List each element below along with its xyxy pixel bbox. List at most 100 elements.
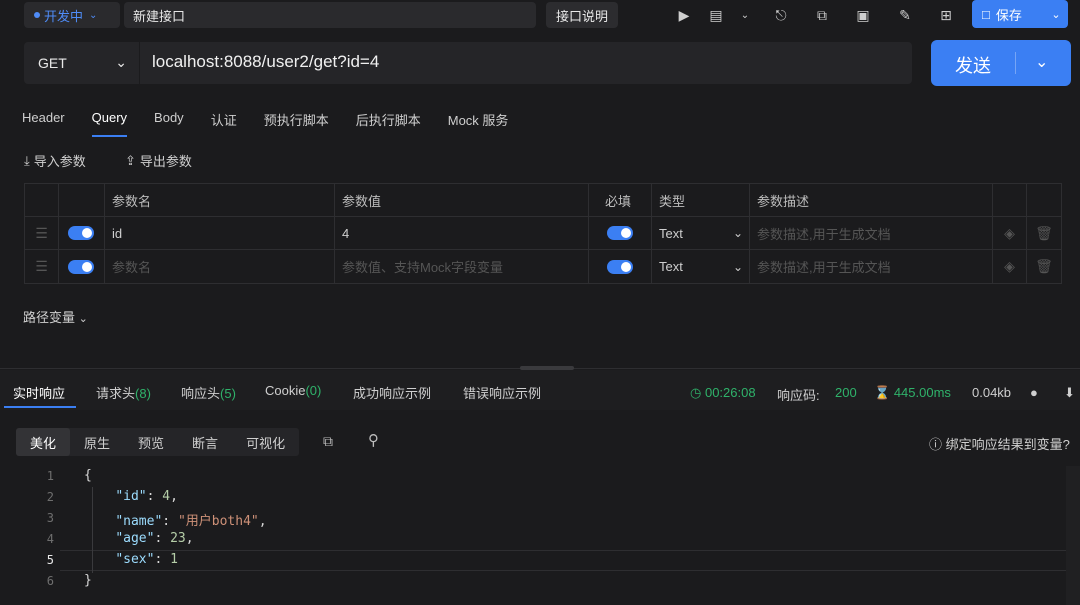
view-tab-pretty[interactable]: 美化 [16,428,71,456]
delete-icon[interactable]: 🗑 [1027,217,1061,250]
api-doc-button[interactable]: 接口说明 [546,2,618,28]
import-params-button[interactable]: ⤓ 导入参数 [24,151,86,170]
required-toggle[interactable] [607,226,633,240]
param-value-input[interactable]: 4 [335,217,589,250]
tab-success-example[interactable]: 成功响应示例 [353,383,431,402]
send-separator [1015,52,1016,74]
json-value: "用户both4" [177,514,259,529]
table-header-action1 [993,184,1027,217]
chevron-down-icon[interactable]: ⌄ [1035,52,1048,72]
required-toggle-cell [589,217,652,250]
enable-toggle[interactable] [68,259,94,274]
table-header-value: 参数值 [335,184,589,217]
edit-icon[interactable]: ✎ [893,4,917,26]
import-label: 导入参数 [33,154,86,169]
api-name-input[interactable]: 新建接口 [124,2,536,28]
mock-cube-icon[interactable]: ◈ [993,217,1027,250]
required-toggle[interactable] [607,259,633,274]
type-select[interactable]: Text ⌄ [652,217,750,250]
code-icon[interactable]: ▣ [851,4,875,26]
view-tab-visualize[interactable]: 可视化 [232,428,299,456]
tab-count: (0) [305,383,322,398]
document-icon[interactable]: ▤ [704,4,728,26]
tab-header[interactable]: Header [22,110,65,137]
json-key: "id" [115,489,147,504]
tab-count: (8) [135,386,151,401]
export-params-button[interactable]: ⇪ 导出参数 [125,151,192,170]
view-tab-raw[interactable]: 原生 [70,428,124,456]
code-line: { [84,468,92,483]
enable-toggle-cell [59,250,105,283]
tab-label: Cookie [265,383,306,398]
param-desc-input[interactable]: 参数描述,用于生成文档 [750,217,993,250]
export-icon[interactable]: ⊞ [934,4,958,26]
tab-auth[interactable]: 认证 [211,110,237,137]
tab-post-script[interactable]: 后执行脚本 [356,110,421,137]
unlock-icon[interactable]: ⎋ [769,4,793,26]
json-value: 23 [170,531,186,546]
table-header-name: 参数名 [105,184,335,217]
copy-icon[interactable]: ⧉ [810,4,834,26]
tab-response-headers[interactable]: 响应头(5) [181,383,236,402]
hourglass-icon: ⌛ [874,385,891,400]
method-select[interactable]: GET ⌄ [24,42,140,84]
json-key: "sex" [115,552,155,567]
clock-icon: ◷ [690,385,702,400]
line-number: 6 [46,574,54,588]
param-name-input[interactable]: 参数名 [105,250,335,283]
param-name-input[interactable]: id [105,217,335,250]
json-value: 1 [170,552,178,567]
response-size: 0.04kb [972,385,1012,400]
param-desc-input[interactable]: 参数描述,用于生成文档 [750,250,993,283]
url-input[interactable]: localhost:8088/user2/get?id=4 [152,52,379,72]
enable-toggle[interactable] [68,226,94,240]
export-label: 导出参数 [139,154,192,169]
bind-response-to-variable[interactable]: ⓘ 绑定响应结果到变量? [929,434,1070,453]
json-key: "name" [115,514,163,529]
globe-icon[interactable]: ● [1030,385,1038,400]
import-icon: ⤓ [24,152,30,168]
type-select[interactable]: Text ⌄ [652,250,750,283]
type-select-value: Text [659,225,683,241]
drag-handle-icon[interactable]: ☰ [25,217,59,250]
view-tab-assert[interactable]: 断言 [178,428,232,456]
code-line: } [84,573,92,588]
editor-scrollbar[interactable] [1066,466,1080,605]
env-label: 开发中 [44,8,84,24]
response-time: ◷ 00:26:08 [690,385,756,401]
code-line: "id": 4, [115,489,178,504]
chevron-down-icon: ⌄ [115,54,127,70]
drag-handle-icon[interactable]: ☰ [25,250,59,283]
line-number: 2 [46,490,54,504]
delete-icon[interactable]: 🗑 [1027,250,1061,283]
tab-pre-script[interactable]: 预执行脚本 [264,110,329,137]
params-table: 参数名 参数值 必填 类型 参数描述 ☰ id 4 Text ⌄ 参数描述,用于… [24,183,1062,284]
table-header-type: 类型 [652,184,750,217]
download-icon[interactable]: ⬇ [1064,385,1075,401]
tab-realtime-response[interactable]: 实时响应 [13,383,65,402]
environment-selector[interactable]: 开发中 ⌄ [24,2,120,28]
tab-error-example[interactable]: 错误响应示例 [463,383,541,402]
tab-body[interactable]: Body [154,110,184,137]
chevron-down-icon[interactable]: ⌄ [1044,8,1068,21]
line-number: 5 [46,553,54,567]
save-button[interactable]: □ 保存 ⌄ [972,0,1068,28]
run-icon[interactable]: ▶ [672,4,696,26]
chevron-down-icon[interactable]: ⌄ [733,4,757,26]
path-variables-toggle[interactable]: 路径变量 ⌄ [23,307,88,326]
bind-label: 绑定响应结果到变量? [945,437,1070,452]
tab-mock-service[interactable]: Mock 服务 [448,110,509,137]
response-view-tabs: 美化 原生 预览 断言 可视化 [16,428,300,456]
tab-request-headers[interactable]: 请求头(8) [96,383,151,402]
search-icon[interactable]: ⚲ [368,431,379,449]
copy-icon[interactable]: ⧉ [323,433,333,450]
view-tab-preview[interactable]: 预览 [124,428,178,456]
json-key: "age" [115,531,155,546]
code-line: "age": 23, [115,531,194,546]
mock-cube-icon[interactable]: ◈ [993,250,1027,283]
send-label: 发送 [955,56,991,76]
tab-cookie[interactable]: Cookie(0) [265,383,321,398]
tab-query[interactable]: Query [91,110,128,137]
send-button[interactable]: 发送 ⌄ [931,40,1071,86]
param-value-input[interactable]: 参数值、支持Mock字段变量 [335,250,589,283]
